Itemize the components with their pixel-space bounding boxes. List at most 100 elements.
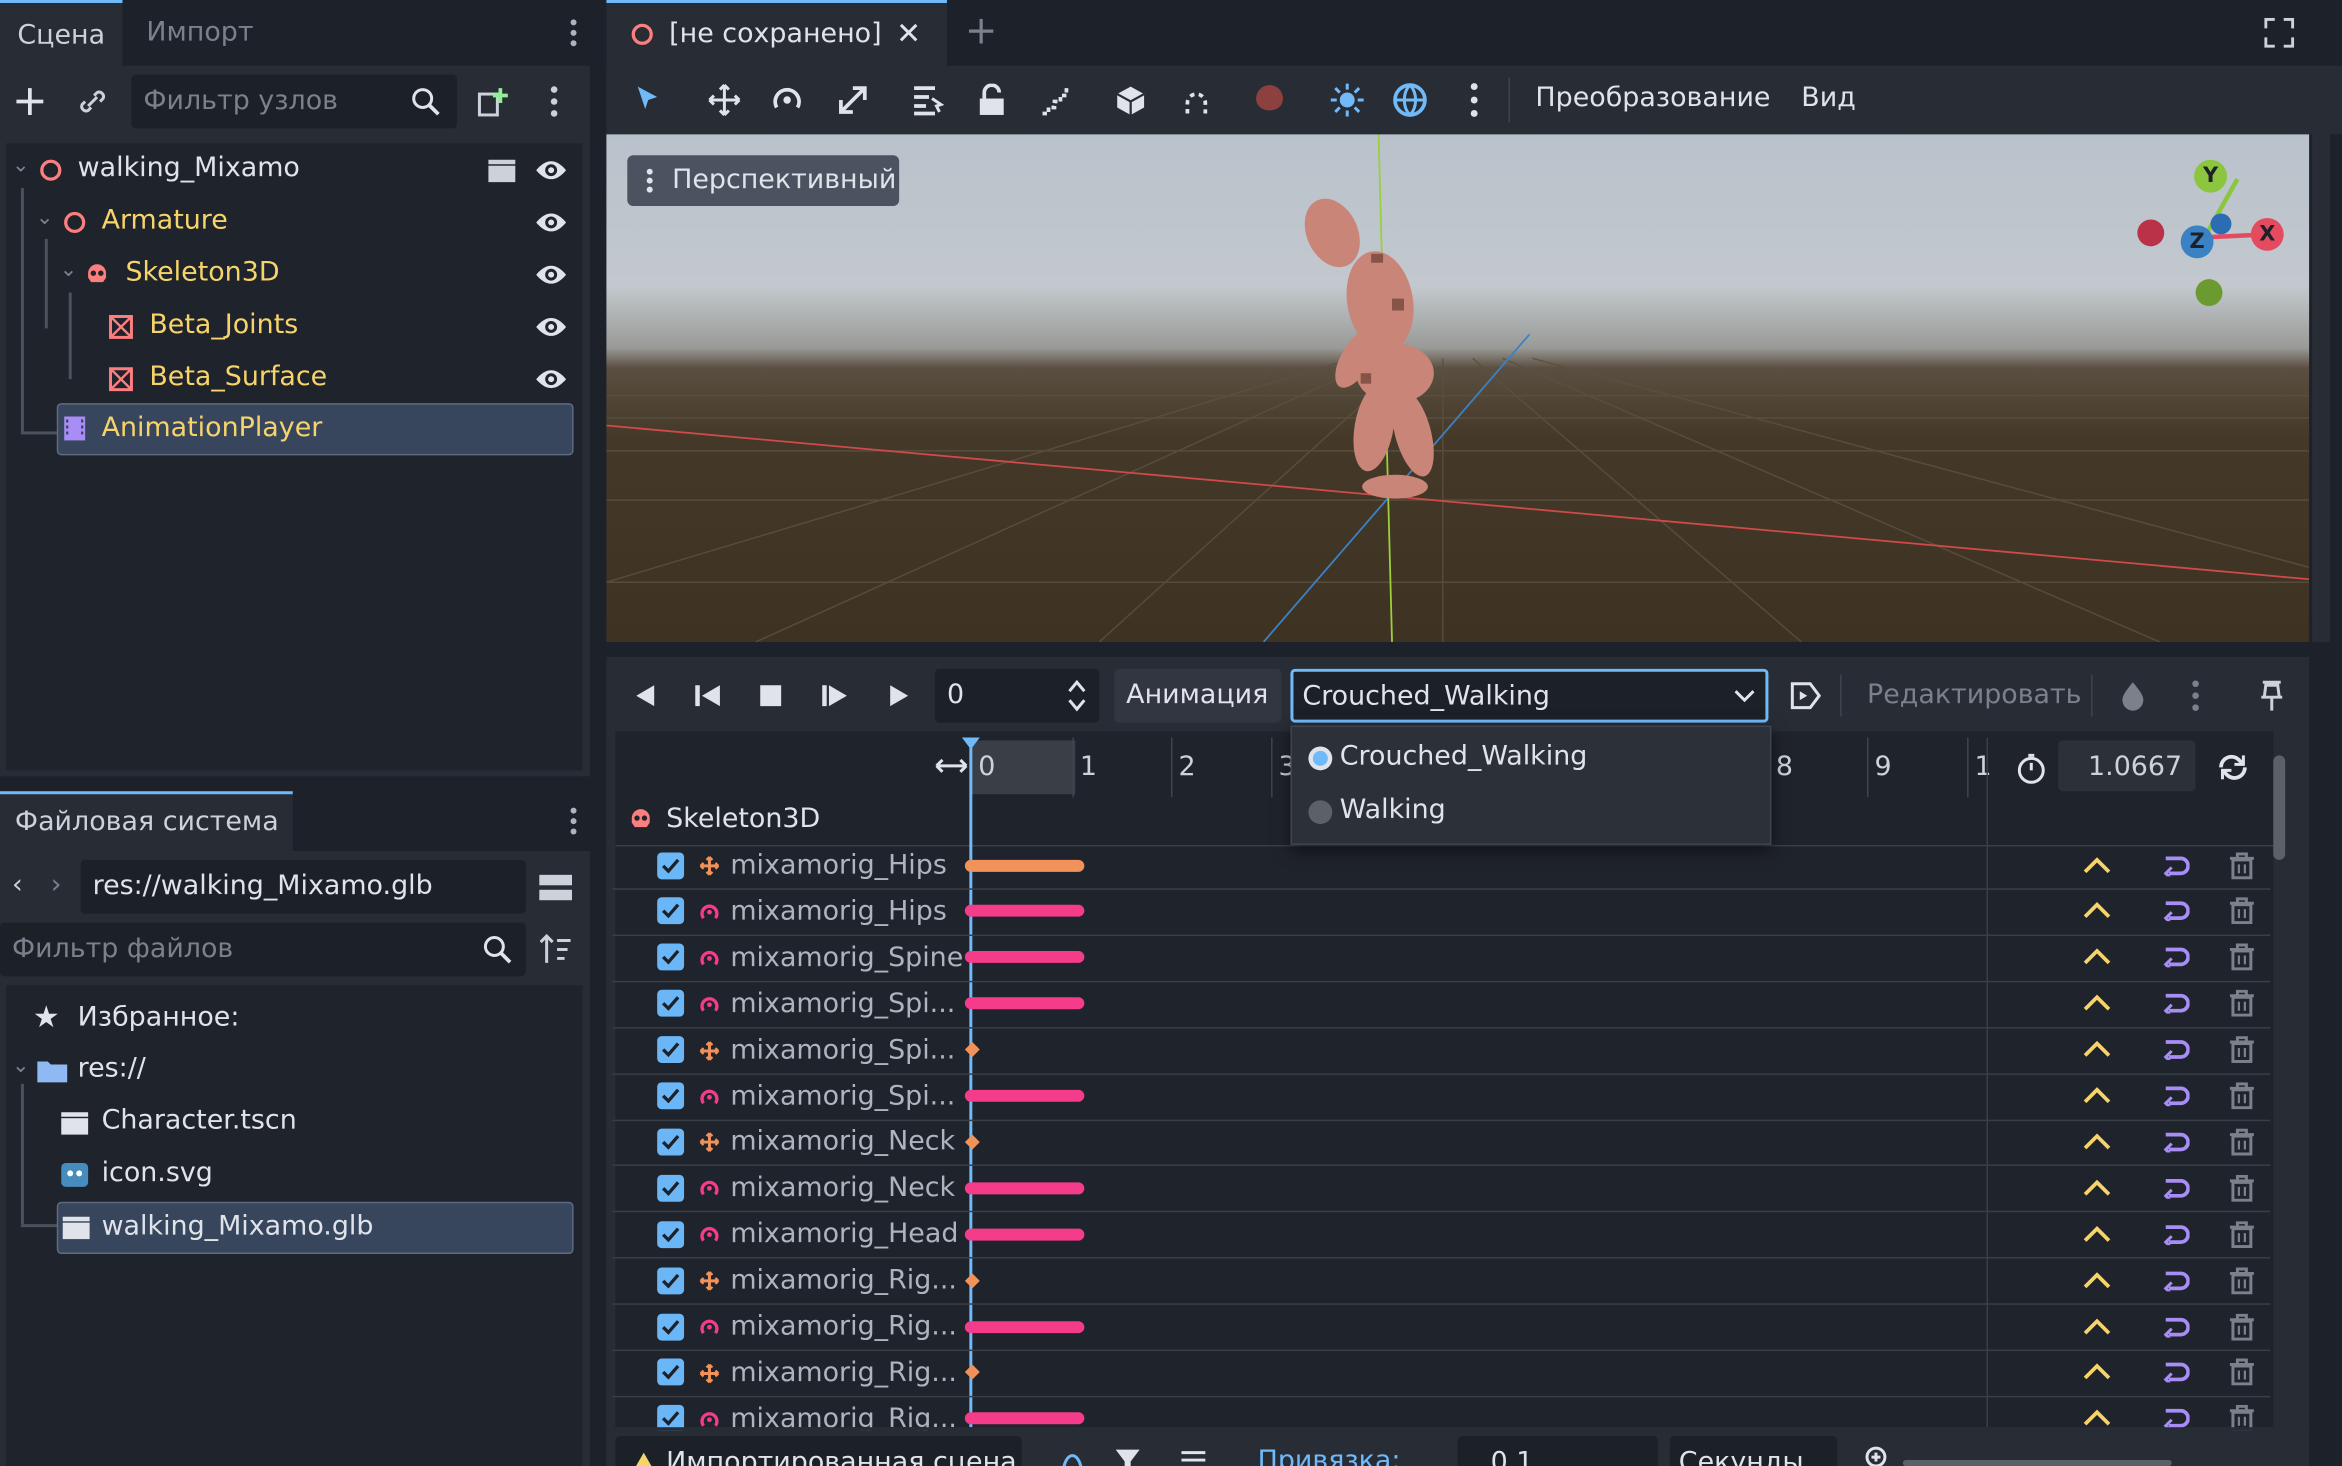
trash-icon[interactable] bbox=[2228, 851, 2255, 879]
loop-wrap-icon[interactable] bbox=[2157, 1408, 2190, 1430]
interpolation-icon[interactable] bbox=[2082, 1408, 2112, 1429]
track-row[interactable]: mixamorig_Spi... bbox=[612, 1027, 2271, 1075]
list-select-icon[interactable] bbox=[911, 84, 944, 117]
interpolation-icon[interactable] bbox=[2082, 901, 2112, 922]
track-key-marker[interactable] bbox=[964, 1365, 980, 1381]
file-item-res[interactable]: ⌄ res:// bbox=[6, 1045, 583, 1096]
interpolation-icon[interactable] bbox=[2082, 1085, 2112, 1106]
trash-icon[interactable] bbox=[2228, 1036, 2255, 1064]
edit-menu[interactable]: Редактировать bbox=[1867, 679, 2082, 710]
tab-scene[interactable]: Сцена bbox=[0, 0, 123, 66]
track-enabled-checkbox[interactable] bbox=[657, 1359, 685, 1386]
track-scrollbar[interactable] bbox=[2273, 755, 2286, 860]
local-space-icon[interactable] bbox=[1114, 84, 1147, 117]
loop-wrap-icon[interactable] bbox=[2157, 855, 2190, 876]
track-row[interactable]: mixamorig_Hips bbox=[612, 888, 2271, 936]
track-keyframes[interactable] bbox=[964, 1182, 1085, 1195]
file-filter-input[interactable]: Фильтр файлов bbox=[0, 922, 526, 977]
loop-wrap-icon[interactable] bbox=[2157, 1362, 2190, 1384]
forward-arrow-icon[interactable]: › bbox=[51, 869, 62, 900]
tab-import[interactable]: Импорт bbox=[146, 16, 253, 47]
interpolation-icon[interactable] bbox=[2082, 1178, 2112, 1199]
add-node-icon[interactable] bbox=[9, 81, 51, 123]
zoom-arrows-icon[interactable] bbox=[935, 755, 968, 776]
instance-scene-icon[interactable] bbox=[472, 81, 514, 123]
track-enabled-checkbox[interactable] bbox=[657, 897, 685, 925]
length-input[interactable]: 1.0667 bbox=[2058, 740, 2196, 792]
interpolation-icon[interactable] bbox=[2082, 1270, 2112, 1291]
file-item-character-tscn[interactable]: Character.tscn bbox=[6, 1097, 583, 1148]
play-backwards-icon[interactable] bbox=[633, 682, 657, 709]
play-from-start-icon[interactable] bbox=[820, 682, 850, 709]
dock-menu-icon[interactable] bbox=[562, 18, 586, 48]
track-row[interactable]: mixamorig_Rig... bbox=[612, 1257, 2271, 1305]
snap-icon[interactable] bbox=[1180, 84, 1213, 117]
skeleton-gizmo-icon[interactable] bbox=[1252, 84, 1288, 117]
tree-item-beta-surface[interactable]: Beta_Surface bbox=[6, 354, 583, 405]
stop-icon[interactable] bbox=[759, 684, 783, 708]
loop-wrap-icon[interactable] bbox=[2157, 1085, 2190, 1107]
gizmo-z-axis[interactable]: Z bbox=[2180, 225, 2214, 259]
visibility-eye-icon[interactable] bbox=[535, 157, 568, 184]
pin-icon[interactable] bbox=[2258, 679, 2285, 712]
track-enabled-checkbox[interactable] bbox=[657, 851, 685, 879]
visibility-eye-icon[interactable] bbox=[535, 209, 568, 236]
loop-wrap-icon[interactable] bbox=[2157, 1224, 2190, 1245]
onion-skin-icon[interactable] bbox=[2118, 679, 2148, 712]
animation-select[interactable]: Crouched_Walking bbox=[1290, 668, 1769, 723]
play-backwards-from-end-icon[interactable] bbox=[693, 682, 723, 709]
snap-input[interactable]: 0.1 bbox=[1457, 1436, 1658, 1466]
zoom-slider[interactable] bbox=[1902, 1460, 2172, 1466]
track-key-marker[interactable] bbox=[964, 1042, 980, 1058]
track-enabled-checkbox[interactable] bbox=[657, 1266, 685, 1294]
bezier-icon[interactable] bbox=[1060, 1448, 1084, 1466]
list-icon[interactable] bbox=[1180, 1448, 1207, 1466]
track-enabled-checkbox[interactable] bbox=[657, 943, 685, 971]
tree-item-animationplayer[interactable]: AnimationPlayer bbox=[56, 403, 574, 456]
time-spinbox[interactable]: 0 bbox=[934, 668, 1100, 723]
track-row[interactable]: mixamorig_Spi... bbox=[612, 1073, 2271, 1121]
gizmo-x-axis[interactable]: X bbox=[2250, 217, 2284, 251]
sun-icon[interactable] bbox=[1329, 82, 1365, 118]
trash-icon[interactable] bbox=[2228, 1220, 2255, 1248]
trash-icon[interactable] bbox=[2228, 1359, 2255, 1386]
trash-icon[interactable] bbox=[2228, 943, 2255, 971]
track-keyframes[interactable] bbox=[964, 859, 1085, 872]
track-keyframes[interactable] bbox=[964, 997, 1085, 1010]
dock-menu-icon[interactable] bbox=[562, 806, 586, 836]
track-enabled-checkbox[interactable] bbox=[657, 990, 685, 1017]
sort-icon[interactable] bbox=[538, 932, 574, 968]
track-keyframes[interactable] bbox=[964, 1089, 1085, 1102]
trash-icon[interactable] bbox=[2228, 1266, 2255, 1294]
visibility-eye-icon[interactable] bbox=[535, 261, 568, 288]
add-tab-icon[interactable]: + bbox=[965, 9, 998, 54]
spinner-arrows-icon[interactable] bbox=[1066, 678, 1087, 714]
loop-wrap-icon[interactable] bbox=[2157, 1178, 2190, 1199]
lock-icon[interactable] bbox=[977, 83, 1007, 117]
tree-item-armature[interactable]: ⌄ Armature bbox=[6, 197, 583, 248]
loop-wrap-icon[interactable] bbox=[2157, 1316, 2190, 1337]
track-keyframes[interactable] bbox=[964, 1412, 1085, 1425]
visibility-eye-icon[interactable] bbox=[535, 366, 568, 393]
autoplay-icon[interactable] bbox=[1789, 681, 1822, 711]
track-row[interactable]: mixamorig_Rig... bbox=[612, 1349, 2271, 1398]
playhead-handle[interactable] bbox=[961, 737, 980, 750]
snap-unit-select[interactable]: Секунды bbox=[1669, 1436, 1838, 1466]
file-item-walking-mixamo-glb[interactable]: walking_Mixamo.glb bbox=[56, 1201, 574, 1255]
track-enabled-checkbox[interactable] bbox=[657, 1128, 685, 1156]
loop-wrap-icon[interactable] bbox=[2157, 1131, 2190, 1153]
perspective-button[interactable]: Перспективный bbox=[627, 155, 900, 207]
interpolation-icon[interactable] bbox=[2082, 855, 2112, 876]
track-key-marker[interactable] bbox=[964, 1272, 980, 1288]
track-key-marker[interactable] bbox=[964, 1134, 980, 1150]
track-enabled-checkbox[interactable] bbox=[657, 1313, 685, 1340]
node-filter-input[interactable]: Фильтр узлов bbox=[131, 74, 458, 129]
split-view-icon[interactable] bbox=[538, 869, 574, 905]
viewport-scrollbar[interactable] bbox=[2312, 134, 2331, 642]
track-enabled-checkbox[interactable] bbox=[657, 1082, 685, 1110]
trash-icon[interactable] bbox=[2228, 1174, 2255, 1202]
loop-wrap-icon[interactable] bbox=[2157, 1270, 2190, 1291]
interpolation-icon[interactable] bbox=[2082, 1316, 2112, 1337]
loop-wrap-icon[interactable] bbox=[2157, 947, 2190, 968]
interpolation-icon[interactable] bbox=[2082, 1362, 2112, 1383]
